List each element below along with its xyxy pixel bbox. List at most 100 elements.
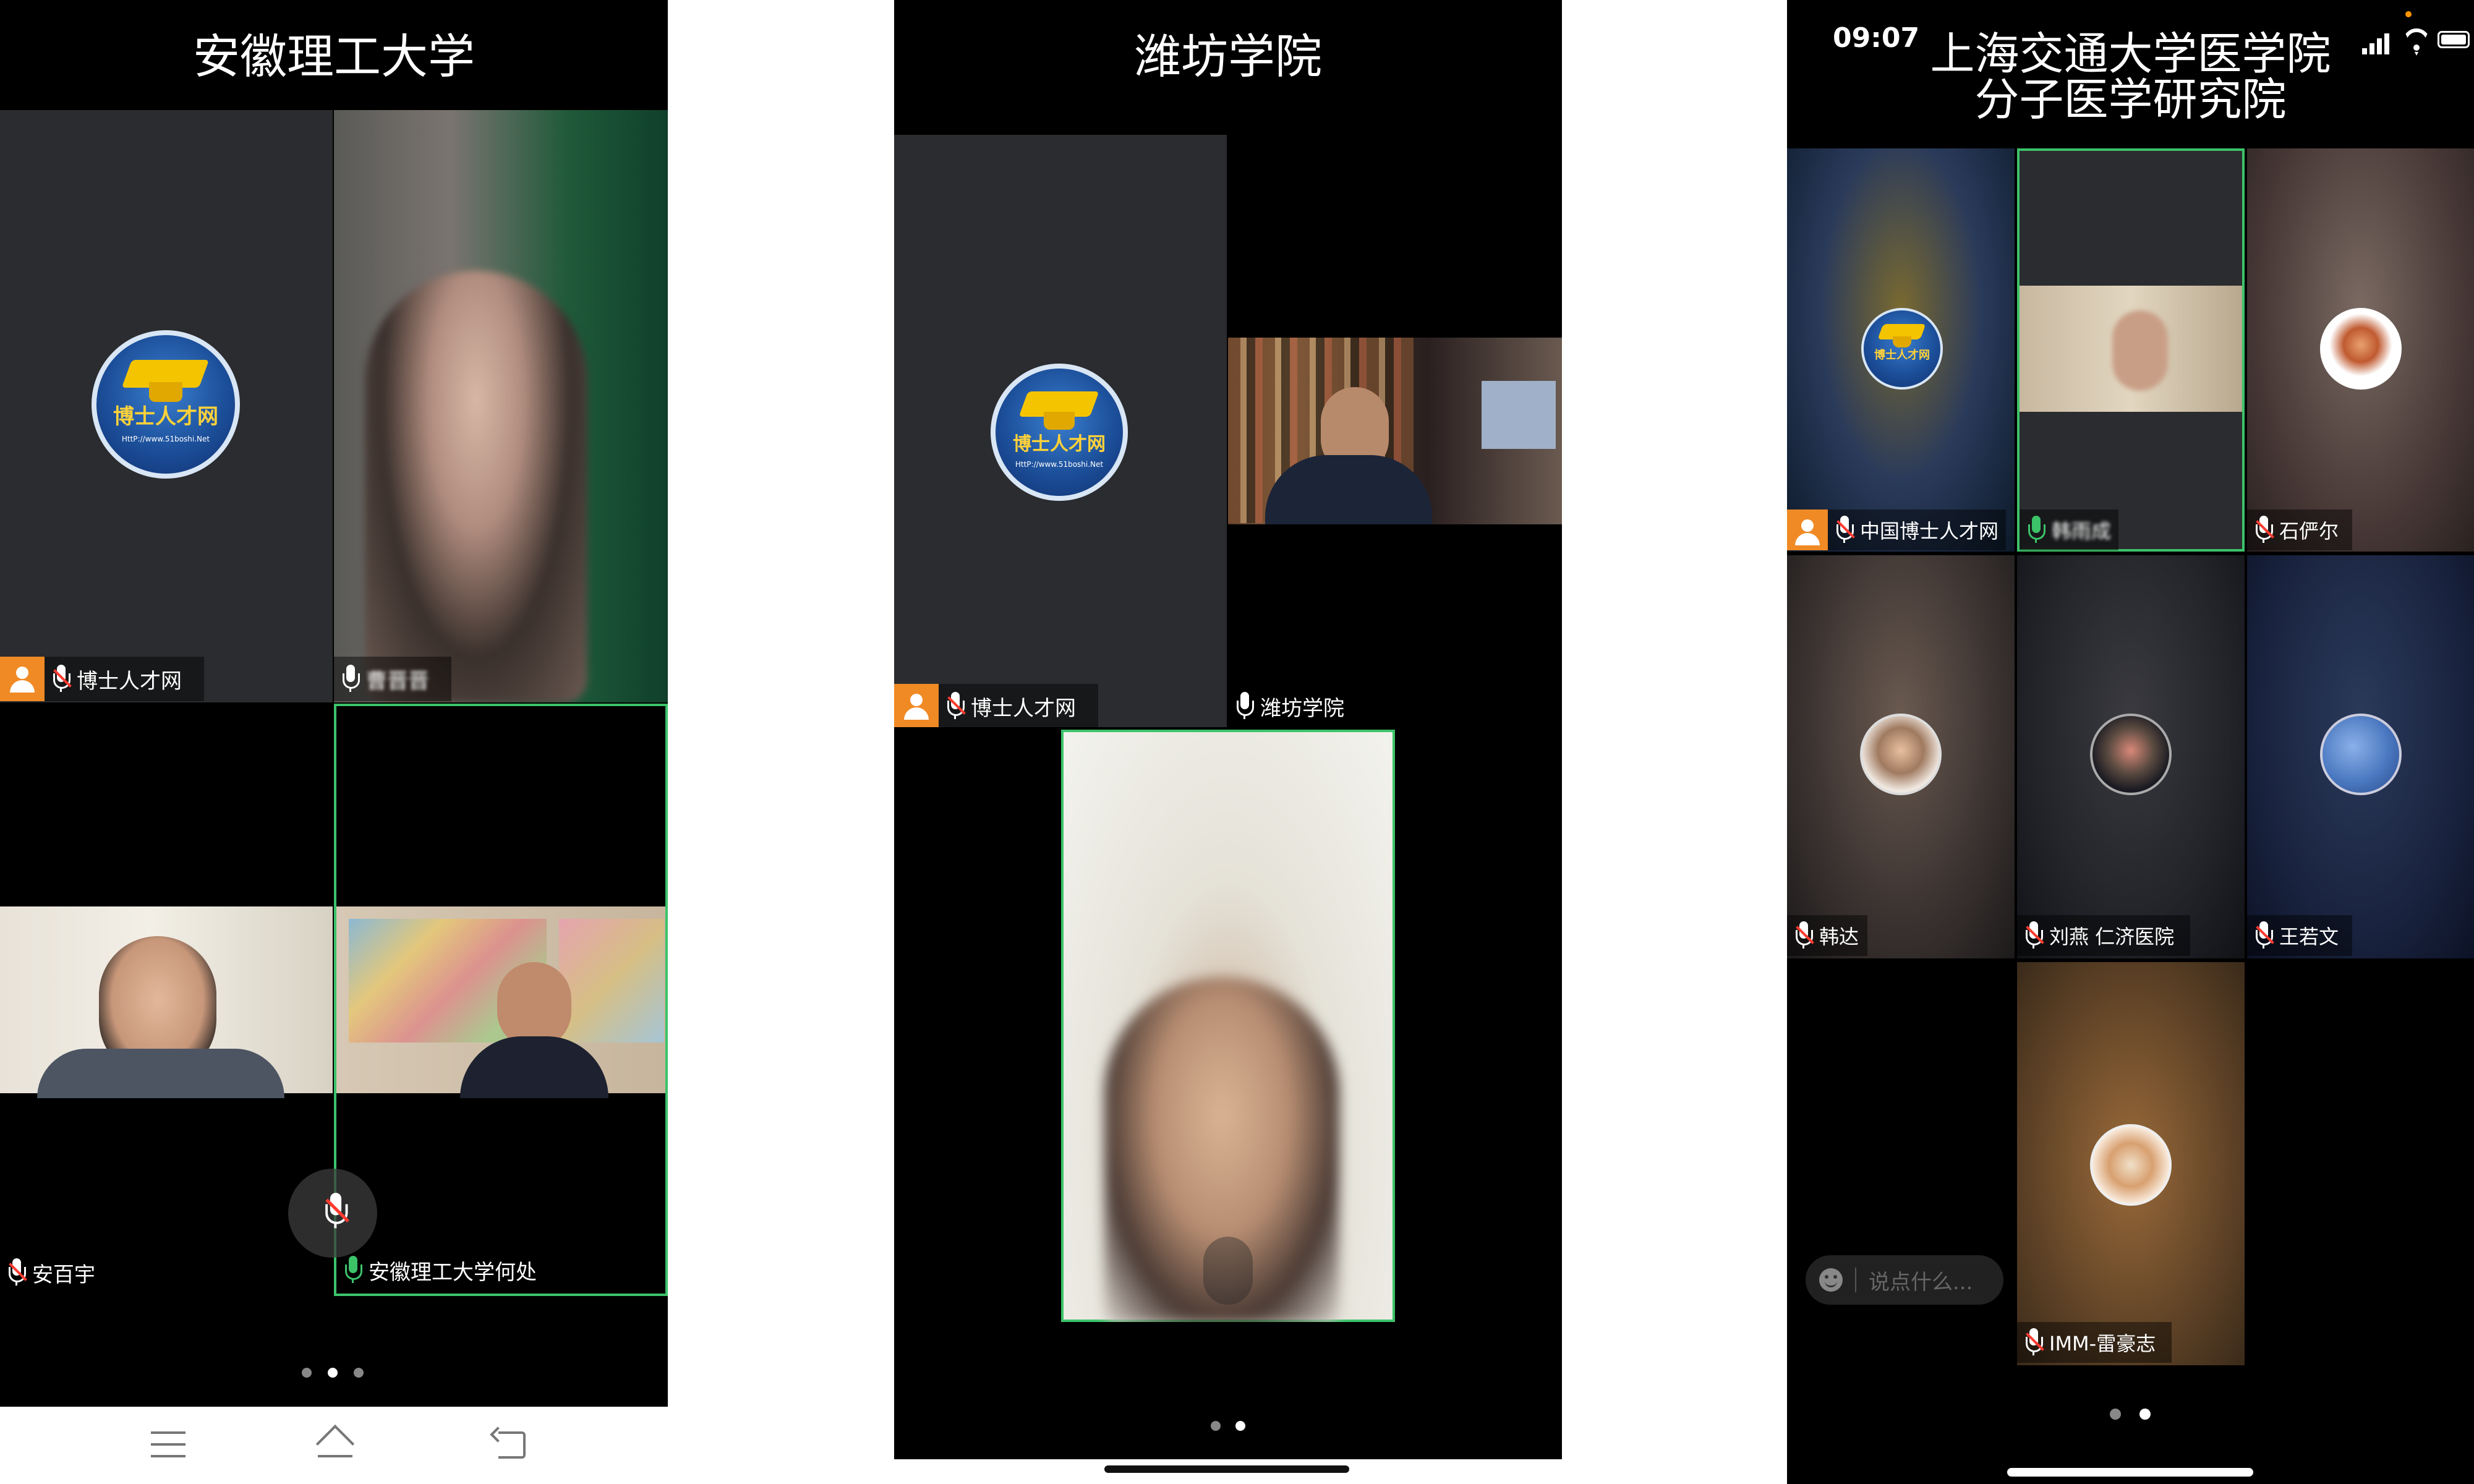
- logo-text: 博士人才网: [1874, 349, 1930, 362]
- video-tile[interactable]: 韩达: [1787, 555, 2015, 958]
- video-tile-active-speaker[interactable]: 韩雨成: [2017, 148, 2245, 552]
- page-indicator-dot[interactable]: [1211, 1421, 1221, 1431]
- emoji-icon[interactable]: [1819, 1268, 1843, 1292]
- video-tile[interactable]: IMM-雷豪志: [2017, 962, 2245, 1365]
- participant-label: 博士人才网: [0, 657, 204, 701]
- host-icon: [0, 657, 45, 701]
- chat-input-bar[interactable]: 说点什么...: [1806, 1255, 2003, 1305]
- video-tile[interactable]: 博士人才网 HttP://www.51boshi.Net 博士人才网: [894, 135, 1227, 727]
- meeting-title-line-1: 上海交通大学医学院: [1930, 28, 2331, 80]
- mic-muted-icon: [2024, 921, 2044, 950]
- participant-label: 刘燕 仁济医院: [2017, 915, 2190, 956]
- participant-name: 安徽理工大学何处: [369, 1260, 537, 1285]
- meeting-title: 潍坊学院: [1134, 29, 1322, 84]
- participant-name: IMM-雷豪志: [2049, 1332, 2156, 1355]
- participant-name: 博士人才网: [971, 696, 1076, 721]
- home-indicator[interactable]: [1104, 1465, 1349, 1473]
- mute-toggle-button[interactable]: [288, 1169, 377, 1258]
- mic-muted-icon: [52, 665, 72, 693]
- mic-icon: [1203, 1237, 1253, 1305]
- video-feed: [365, 271, 587, 702]
- logo-text: 博士人才网: [113, 404, 218, 429]
- video-tile-active-speaker[interactable]: [1061, 730, 1395, 1322]
- host-icon: [894, 684, 939, 727]
- photo-avatar: [2320, 714, 2402, 795]
- participant-name: 石俨尔: [2279, 519, 2339, 543]
- video-feed: [336, 906, 665, 1098]
- home-indicator[interactable]: [2007, 1468, 2253, 1477]
- video-tile[interactable]: 石俨尔: [2247, 148, 2474, 552]
- participant-label: IMM-雷豪志: [2017, 1322, 2172, 1363]
- photo-avatar: [1860, 714, 1942, 795]
- video-tile[interactable]: 刘燕 仁济医院: [2017, 555, 2245, 958]
- meeting-panel-1: 安徽理工大学 博士人才网 HttP://www.51boshi.Net 博士人才…: [0, 0, 668, 1407]
- logo-url: HttP://www.51boshi.Net: [121, 435, 210, 444]
- page-indicator-dot-active[interactable]: [1235, 1421, 1245, 1431]
- video-tile[interactable]: 王若文: [2247, 555, 2474, 958]
- logo-text: 博士人才网: [1013, 433, 1106, 455]
- logo-avatar: 博士人才网 HttP://www.51boshi.Net: [991, 364, 1128, 501]
- rover-avatar: [2090, 1124, 2172, 1206]
- cartoon-avatar: [2320, 308, 2402, 390]
- home-icon[interactable]: [314, 1424, 355, 1464]
- meeting-title: 上海交通大学医学院 分子医学研究院: [1787, 31, 2474, 122]
- participant-label: 安百宇: [0, 1250, 124, 1295]
- participant-name: 中国博士人才网: [1860, 519, 1999, 543]
- participant-label: 博士人才网: [894, 684, 1098, 727]
- participant-label: 王若文: [2247, 915, 2352, 956]
- recording-dot: [2405, 11, 2412, 17]
- video-tile-active-speaker[interactable]: 安徽理工大学何处: [334, 704, 668, 1296]
- participant-label: 石俨尔: [2247, 510, 2352, 550]
- participant-name: 安百宇: [32, 1262, 95, 1287]
- participant-name: 韩达: [1819, 925, 1859, 949]
- video-feed: [2020, 286, 2242, 412]
- page-indicator-dot-active[interactable]: [2139, 1409, 2151, 1420]
- participant-name: 刘燕 仁济医院: [2049, 925, 2175, 949]
- participant-label: 安徽理工大学何处: [336, 1248, 571, 1292]
- host-icon: [1787, 510, 1828, 550]
- participant-name: 曹晋晋: [366, 668, 429, 694]
- video-feed: [1228, 338, 1562, 524]
- mic-icon: [1235, 692, 1254, 720]
- mic-muted-icon: [946, 692, 966, 720]
- mic-muted-icon: [1794, 921, 1814, 950]
- meeting-title: 安徽理工大学: [193, 29, 475, 84]
- photo-avatar: [2090, 714, 2172, 795]
- meeting-title-line-2: 分子医学研究院: [1974, 74, 2287, 126]
- mic-muted-icon: [1835, 516, 1855, 544]
- chat-input-placeholder: 说点什么...: [1869, 1269, 1973, 1295]
- video-tile[interactable]: 博士人才网 中国博士人才网: [1787, 148, 2015, 552]
- video-tile[interactable]: 博士人才网 HttP://www.51boshi.Net 博士人才网: [0, 110, 333, 702]
- android-nav-bar: [0, 1407, 668, 1484]
- back-icon[interactable]: [490, 1426, 526, 1459]
- participant-label: 韩雨成: [2020, 510, 2118, 550]
- participant-label: 中国博士人才网: [1787, 510, 2006, 550]
- page-indicator-dot-active[interactable]: [328, 1368, 338, 1378]
- mic-muted-icon: [2254, 516, 2274, 544]
- mic-speaking-icon: [2027, 516, 2045, 544]
- video-tile[interactable]: 曹晋晋: [334, 110, 668, 702]
- menu-icon[interactable]: [151, 1431, 186, 1457]
- meeting-panel-2: 潍坊学院 博士人才网 HttP://www.51boshi.Net 博士人才网 …: [894, 0, 1562, 1459]
- participant-label: 潍坊学院: [1228, 684, 1376, 727]
- page-indicator-dot[interactable]: [354, 1368, 364, 1378]
- mic-muted-icon: [7, 1258, 27, 1287]
- page-indicator-dot[interactable]: [2110, 1409, 2121, 1420]
- page-indicator-dot[interactable]: [302, 1368, 312, 1378]
- mic-muted-icon: [2254, 921, 2274, 950]
- participant-name: 王若文: [2279, 925, 2339, 949]
- video-feed: [0, 906, 333, 1098]
- video-tile[interactable]: 潍坊学院: [1228, 135, 1562, 727]
- meeting-panel-3: 09:07 上海交通大学医学院 分子医学研究院 博士人才网 中国博士人才网 韩雨…: [1787, 0, 2474, 1484]
- participant-name: 韩雨成: [2052, 519, 2112, 543]
- participant-name: 潍坊学院: [1260, 696, 1344, 721]
- mic-speaking-icon: [344, 1256, 362, 1284]
- logo-avatar: 博士人才网 HttP://www.51boshi.Net: [92, 330, 240, 479]
- logo-url: HttP://www.51boshi.Net: [1015, 460, 1104, 469]
- participant-name: 博士人才网: [77, 668, 182, 694]
- participant-label: 曹晋晋: [334, 657, 451, 701]
- video-tile[interactable]: 安百宇: [0, 704, 333, 1296]
- mic-icon: [341, 665, 360, 693]
- participant-label: 韩达: [1787, 915, 1867, 956]
- logo-avatar: 博士人才网: [1861, 308, 1943, 390]
